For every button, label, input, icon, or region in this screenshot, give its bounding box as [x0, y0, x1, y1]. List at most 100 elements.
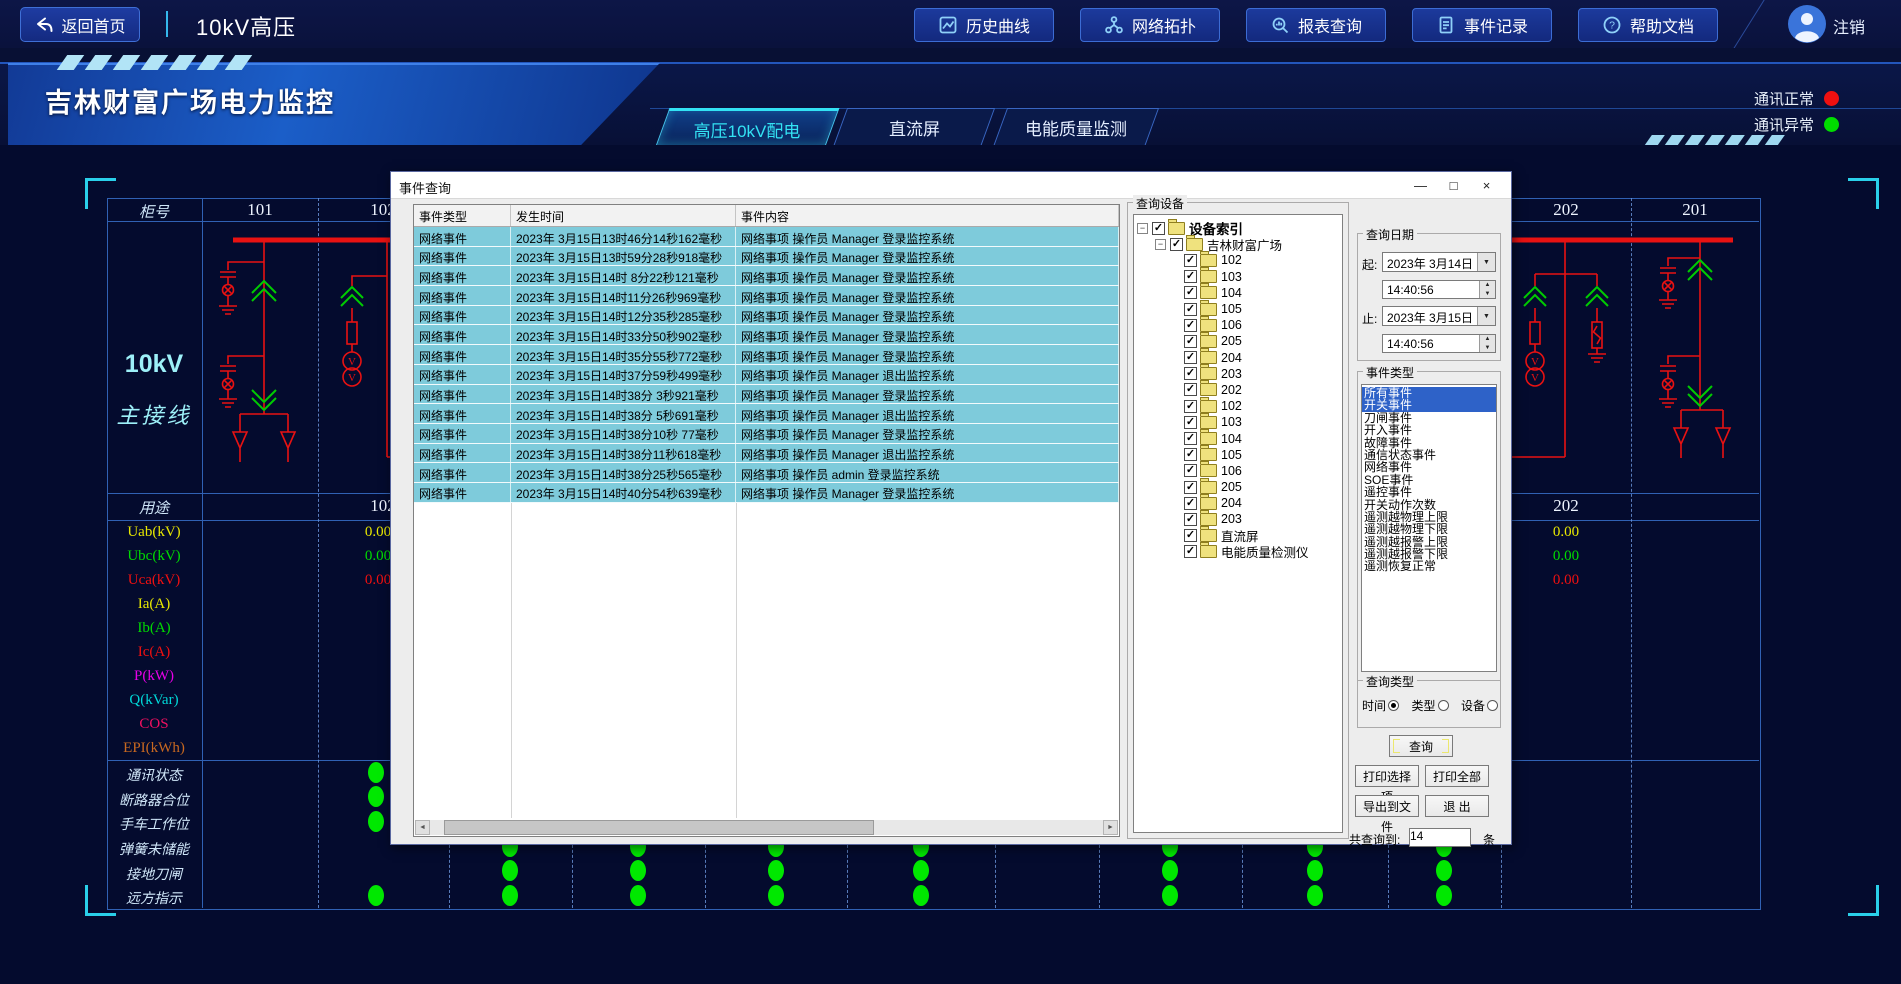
tree-item-device[interactable]: ✓204	[1134, 495, 1342, 511]
tree-item-device[interactable]: ✓203	[1134, 366, 1342, 382]
to-time-input[interactable]: 14:40:56 ▲▼	[1382, 334, 1496, 353]
tree-item-site[interactable]: −✓吉林财富广场	[1134, 236, 1342, 252]
to-date-select[interactable]: 2023年 3月15日 ▼	[1382, 306, 1496, 326]
event-row[interactable]: 网络事件2023年 3月15日14时11分26秒969毫秒网络事项 操作员 Ma…	[414, 286, 1119, 306]
tree-checkbox[interactable]: ✓	[1184, 481, 1197, 494]
print-all-button[interactable]: 打印全部	[1425, 765, 1489, 787]
horizontal-scrollbar[interactable]: ◄ ►	[415, 820, 1118, 835]
tree-item-device[interactable]: ✓电能质量检测仪	[1134, 544, 1342, 560]
event-cell: 2023年 3月15日14时38分10秒 77毫秒	[511, 424, 736, 443]
exit-button[interactable]: 退 出	[1425, 795, 1489, 817]
event-row[interactable]: 网络事件2023年 3月15日14时40分54秒639毫秒网络事项 操作员 Ma…	[414, 483, 1119, 503]
tree-checkbox[interactable]: ✓	[1184, 367, 1197, 380]
tree-item-device[interactable]: ✓204	[1134, 350, 1342, 366]
tree-checkbox[interactable]: ✓	[1184, 270, 1197, 283]
tree-item-device[interactable]: ✓102	[1134, 398, 1342, 414]
tree-checkbox[interactable]: ✓	[1184, 513, 1197, 526]
spinner-up-icon[interactable]: ▲	[1480, 335, 1495, 344]
tree-item-device[interactable]: ✓203	[1134, 511, 1342, 527]
tree-item-device[interactable]: ✓106	[1134, 317, 1342, 333]
tree-checkbox[interactable]: ✓	[1184, 351, 1197, 364]
tree-checkbox[interactable]: ✓	[1184, 383, 1197, 396]
tree-checkbox[interactable]: ✓	[1184, 432, 1197, 445]
event-row[interactable]: 网络事件2023年 3月15日14时38分 5秒691毫秒网络事项 操作员 Ma…	[414, 404, 1119, 424]
event-type-option[interactable]: 遥测恢复正常	[1362, 560, 1496, 572]
tree-collapse-icon[interactable]: −	[1137, 223, 1148, 234]
event-row[interactable]: 网络事件2023年 3月15日13时59分28秒918毫秒网络事项 操作员 Ma…	[414, 247, 1119, 267]
chevron-down-icon[interactable]: ▼	[1477, 307, 1495, 325]
tree-checkbox[interactable]: ✓	[1184, 497, 1197, 510]
event-type-option[interactable]: 遥控事件	[1362, 486, 1496, 498]
event-column-header[interactable]: 事件类型	[414, 205, 511, 226]
event-type-option[interactable]: 开关事件	[1362, 399, 1496, 411]
scroll-left-icon[interactable]: ◄	[415, 820, 430, 835]
tree-checkbox[interactable]: ✓	[1184, 416, 1197, 429]
time-spin[interactable]: ▲▼	[1479, 335, 1495, 352]
query-button[interactable]: 查询	[1389, 735, 1453, 757]
tree-checkbox[interactable]: ✓	[1184, 448, 1197, 461]
tree-checkbox[interactable]: ✓	[1184, 335, 1197, 348]
query-type-option[interactable]: 类型	[1411, 697, 1448, 714]
event-type-option[interactable]: 开入事件	[1362, 424, 1496, 436]
query-type-option[interactable]: 设备	[1461, 697, 1498, 714]
tree-item-device[interactable]: ✓105	[1134, 447, 1342, 463]
maximize-button[interactable]: □	[1437, 172, 1470, 199]
tree-item-device[interactable]: ✓105	[1134, 301, 1342, 317]
from-date-select[interactable]: 2023年 3月14日 ▼	[1382, 252, 1496, 272]
from-time-input[interactable]: 14:40:56 ▲▼	[1382, 280, 1496, 299]
tree-item-device[interactable]: ✓直流屏	[1134, 528, 1342, 544]
tree-checkbox[interactable]: ✓	[1184, 529, 1197, 542]
spinner-up-icon[interactable]: ▲	[1480, 281, 1495, 290]
tree-checkbox[interactable]: ✓	[1170, 238, 1183, 251]
print-selected-button[interactable]: 打印选择项	[1355, 765, 1419, 787]
event-row[interactable]: 网络事件2023年 3月15日14时33分50秒902毫秒网络事项 操作员 Ma…	[414, 325, 1119, 345]
event-row[interactable]: 网络事件2023年 3月15日14时 8分22秒121毫秒网络事项 操作员 Ma…	[414, 266, 1119, 286]
result-count-box: 14	[1409, 828, 1471, 847]
tree-checkbox[interactable]: ✓	[1184, 400, 1197, 413]
tree-item-device[interactable]: ✓102	[1134, 252, 1342, 268]
spinner-down-icon[interactable]: ▼	[1480, 290, 1495, 299]
event-row[interactable]: 网络事件2023年 3月15日14时38分25秒565毫秒网络事项 操作员 ad…	[414, 463, 1119, 483]
spinner-down-icon[interactable]: ▼	[1480, 344, 1495, 353]
tree-item-device[interactable]: ✓205	[1134, 479, 1342, 495]
tree-checkbox[interactable]: ✓	[1184, 254, 1197, 267]
event-row[interactable]: 网络事件2023年 3月15日14时37分59秒499毫秒网络事项 操作员 Ma…	[414, 365, 1119, 385]
export-button[interactable]: 导出到文件	[1355, 795, 1419, 817]
event-type-option[interactable]: 遥测越物理下限	[1362, 523, 1496, 535]
tree-item-device[interactable]: ✓205	[1134, 333, 1342, 349]
tree-item-device[interactable]: ✓103	[1134, 414, 1342, 430]
event-type-listbox[interactable]: 所有事件开关事件刀闸事件开入事件故障事件通信状态事件网络事件SOE事件遥控事件开…	[1361, 384, 1497, 672]
tree-checkbox[interactable]: ✓	[1184, 545, 1197, 558]
corner-bracket-bottom-left	[85, 885, 116, 916]
minimize-button[interactable]: —	[1404, 172, 1437, 199]
tree-item-device[interactable]: ✓106	[1134, 463, 1342, 479]
tree-checkbox[interactable]: ✓	[1152, 222, 1165, 235]
tree-item-root[interactable]: −✓设备索引	[1134, 220, 1342, 236]
chevron-down-icon[interactable]: ▼	[1477, 253, 1495, 271]
event-row[interactable]: 网络事件2023年 3月15日13时46分14秒162毫秒网络事项 操作员 Ma…	[414, 227, 1119, 247]
tree-item-device[interactable]: ✓104	[1134, 285, 1342, 301]
event-column-header[interactable]: 事件内容	[736, 205, 1119, 226]
event-row[interactable]: 网络事件2023年 3月15日14时38分10秒 77毫秒网络事项 操作员 Ma…	[414, 424, 1119, 444]
tree-item-device[interactable]: ✓202	[1134, 382, 1342, 398]
event-row[interactable]: 网络事件2023年 3月15日14时38分11秒618毫秒网络事项 操作员 Ma…	[414, 444, 1119, 464]
tree-checkbox[interactable]: ✓	[1184, 303, 1197, 316]
scroll-right-icon[interactable]: ►	[1103, 820, 1118, 835]
tree-collapse-icon[interactable]: −	[1155, 239, 1166, 250]
event-type-option[interactable]: 网络事件	[1362, 461, 1496, 473]
tree-checkbox[interactable]: ✓	[1184, 286, 1197, 299]
query-type-option[interactable]: 时间	[1362, 697, 1399, 714]
tree-checkbox[interactable]: ✓	[1184, 464, 1197, 477]
event-row[interactable]: 网络事件2023年 3月15日14时38分 3秒921毫秒网络事项 操作员 Ma…	[414, 385, 1119, 405]
scrollbar-thumb[interactable]	[444, 820, 874, 835]
tree-item-device[interactable]: ✓104	[1134, 430, 1342, 446]
event-row[interactable]: 网络事件2023年 3月15日14时12分35秒285毫秒网络事项 操作员 Ma…	[414, 306, 1119, 326]
tree-checkbox[interactable]: ✓	[1184, 319, 1197, 332]
tree-item-device[interactable]: ✓103	[1134, 269, 1342, 285]
time-spinner[interactable]: ▲▼	[1479, 281, 1495, 298]
event-column-header[interactable]: 发生时间	[511, 205, 736, 226]
event-cell: 网络事件	[414, 424, 511, 443]
event-row[interactable]: 网络事件2023年 3月15日14时35分55秒772毫秒网络事项 操作员 Ma…	[414, 345, 1119, 365]
dialog-titlebar[interactable]: 事件查询 —□×	[391, 172, 1511, 199]
close-button[interactable]: ×	[1470, 172, 1503, 199]
